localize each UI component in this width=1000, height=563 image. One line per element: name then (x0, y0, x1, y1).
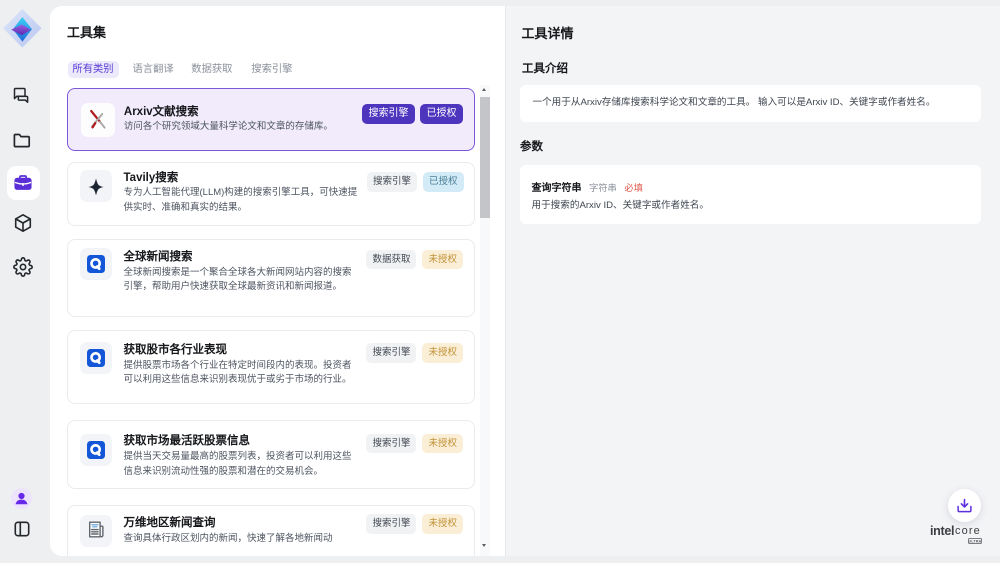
svg-text:ULTRA: ULTRA (969, 539, 982, 543)
